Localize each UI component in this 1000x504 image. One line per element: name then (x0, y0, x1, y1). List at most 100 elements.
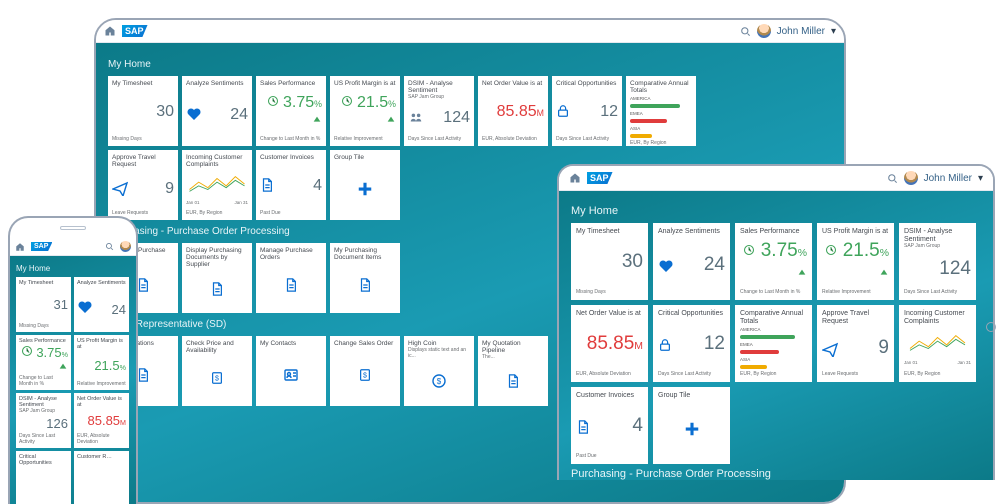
tile[interactable]: US Profit Margin is at 21.5%Relative Imp… (817, 223, 894, 300)
tile-footer: Leave Requests (112, 210, 174, 216)
tile[interactable]: Sales Performance 3.75%Change to Last Mo… (735, 223, 812, 300)
tile[interactable]: Approve Travel Request9Leave Requests (108, 150, 178, 220)
tile[interactable]: My Timesheet30Missing Days (108, 76, 178, 146)
plane-icon (112, 180, 128, 198)
tile[interactable]: Net Order Value is at85.85MEUR, Absolute… (478, 76, 548, 146)
tile[interactable]: Analyze Sentiments24 (74, 277, 129, 332)
tile[interactable]: US Profit Margin is at 21.5%Relative Imp… (330, 76, 400, 146)
tile-title: My Purchasing Document Items (334, 247, 396, 261)
tile-title: My Timesheet (576, 228, 643, 236)
tile[interactable]: Analyze Sentiments24 (653, 223, 730, 300)
sap-logo: SAP (122, 25, 148, 37)
home-icon[interactable] (569, 172, 581, 184)
tile[interactable]: Incoming Customer ComplaintsJan 01Jan 31… (182, 150, 252, 220)
tile-footer: Change to Last Month in % (260, 136, 322, 142)
group-title-home: My Home (571, 205, 981, 217)
home-icon[interactable] (15, 242, 25, 252)
tile[interactable]: Critical Opportunities12Days Since Last … (552, 76, 622, 146)
tablet-home-button[interactable] (986, 322, 996, 332)
avatar[interactable] (904, 171, 918, 185)
plus-icon (334, 169, 396, 209)
tile[interactable]: Critical Opportunities (16, 451, 71, 504)
tile[interactable]: Customer Invoices4Past Due (256, 150, 326, 220)
tile-title: US Profit Margin is at (334, 80, 396, 87)
tile-footer: EUR, By Region (186, 210, 248, 216)
tile[interactable]: Comparative Annual TotalsAMERICAEMEAASIA… (735, 305, 812, 382)
chevron-down-icon[interactable]: ▾ (831, 26, 836, 37)
lock-icon (556, 103, 570, 121)
heart-icon (658, 258, 674, 276)
tile-footer: Past Due (260, 210, 322, 216)
tile-footer: Relative Improvement (334, 136, 396, 142)
tile[interactable]: Customer Invoices4Past Due (571, 387, 648, 464)
tile[interactable]: Display Purchasing Documents by Supplier (182, 243, 252, 313)
tile[interactable]: Manage Purchase Orders (256, 243, 326, 313)
svg-text:$: $ (215, 376, 219, 383)
people-icon (408, 111, 424, 127)
tile[interactable]: My Timesheet30Missing Days (571, 223, 648, 300)
tile[interactable]: Net Order Value is at85.85MEUR, Absolute… (74, 393, 129, 448)
tile-title: US Profit Margin is at (77, 338, 126, 350)
tile[interactable]: Check Price and Availability $ (182, 336, 252, 406)
tile[interactable]: US Profit Margin is at21.5%Relative Impr… (74, 335, 129, 390)
tile-title: Comparative Annual Totals (630, 80, 692, 94)
tile[interactable]: My Contacts (256, 336, 326, 406)
launchpad: My Home My Timesheet30Missing DaysAnalyz… (559, 191, 993, 480)
plus-icon (658, 409, 725, 449)
tile[interactable]: Change Sales Order $ (330, 336, 400, 406)
search-icon[interactable] (740, 26, 751, 37)
tile[interactable]: My Timesheet31Missing Days (16, 277, 71, 332)
tile-title: DSIM - Analyse Sentiment (904, 228, 971, 243)
tile[interactable]: High CoinDisplays static text and an ic.… (404, 336, 474, 406)
tile-title: Group Tile (658, 392, 725, 400)
tile-footer: EUR, Absolute Deviation (482, 136, 544, 142)
heart-icon (186, 106, 202, 124)
coin-icon: $ (408, 361, 470, 401)
sap-logo: SAP (31, 242, 52, 251)
tile[interactable]: My Quotation PipelineThe... (478, 336, 548, 406)
tile-title: Change Sales Order (334, 340, 396, 347)
tile[interactable]: Critical Opportunities12Days Since Last … (653, 305, 730, 382)
doc-icon (482, 361, 544, 401)
tile[interactable]: Net Order Value is at85.85MEUR, Absolute… (571, 305, 648, 382)
svg-text:$: $ (363, 372, 367, 379)
doc-icon (186, 269, 248, 309)
tile[interactable]: Group Tile (330, 150, 400, 220)
tile-title: Manage Purchase Orders (260, 247, 322, 261)
tile-title: Sales Performance (260, 80, 322, 87)
dollar-icon: $ (334, 355, 396, 395)
tile-title: Display Purchasing Documents by Supplier (186, 247, 248, 268)
tile[interactable]: Customer R… (74, 451, 129, 504)
tile-footer: Change to Last Month in % (740, 289, 807, 295)
plane-icon (822, 341, 838, 359)
tile-title: Check Price and Availability (186, 340, 248, 354)
tile[interactable]: DSIM - Analyse SentimentSAP Jam Group126… (16, 393, 71, 448)
avatar[interactable] (120, 241, 131, 252)
tile[interactable]: Incoming Customer ComplaintsJan 01Jan 31… (899, 305, 976, 382)
tile[interactable]: Approve Travel Request9Leave Requests (817, 305, 894, 382)
avatar[interactable] (757, 24, 771, 38)
tile-footer: Relative Improvement (77, 381, 126, 387)
tile-footer: Leave Requests (822, 371, 889, 377)
search-icon[interactable] (887, 173, 898, 184)
tile-footer: Days Since Last Activity (658, 371, 725, 377)
home-icon[interactable] (104, 25, 116, 37)
tile-footer: Missing Days (576, 289, 643, 295)
tile[interactable]: My Purchasing Document Items (330, 243, 400, 313)
tile-title: My Quotation Pipeline (482, 340, 544, 354)
search-icon[interactable] (105, 242, 114, 251)
tile-title: Customer R… (77, 454, 126, 460)
tile-title: Critical Opportunities (19, 454, 68, 466)
launchpad: My Home My Timesheet31Missing DaysAnalyz… (10, 256, 136, 504)
tile-title: DSIM - Analyse Sentiment (408, 80, 470, 94)
chevron-down-icon[interactable]: ▾ (978, 173, 983, 184)
tile[interactable]: Group Tile (653, 387, 730, 464)
tile[interactable]: Sales Performance 3.75%Change to Last Mo… (256, 76, 326, 146)
tile[interactable]: Sales Performance 3.75%Change to Last Mo… (16, 335, 71, 390)
tile[interactable]: Comparative Annual TotalsAMERICAEMEAASIA… (626, 76, 696, 146)
tile-title: DSIM - Analyse Sentiment (19, 396, 68, 408)
tile[interactable]: Analyze Sentiments24 (182, 76, 252, 146)
tile[interactable]: DSIM - Analyse SentimentSAP Jam Group124… (899, 223, 976, 300)
tile-title: Customer Invoices (576, 392, 643, 400)
tile[interactable]: DSIM - Analyse SentimentSAP Jam Group124… (404, 76, 474, 146)
